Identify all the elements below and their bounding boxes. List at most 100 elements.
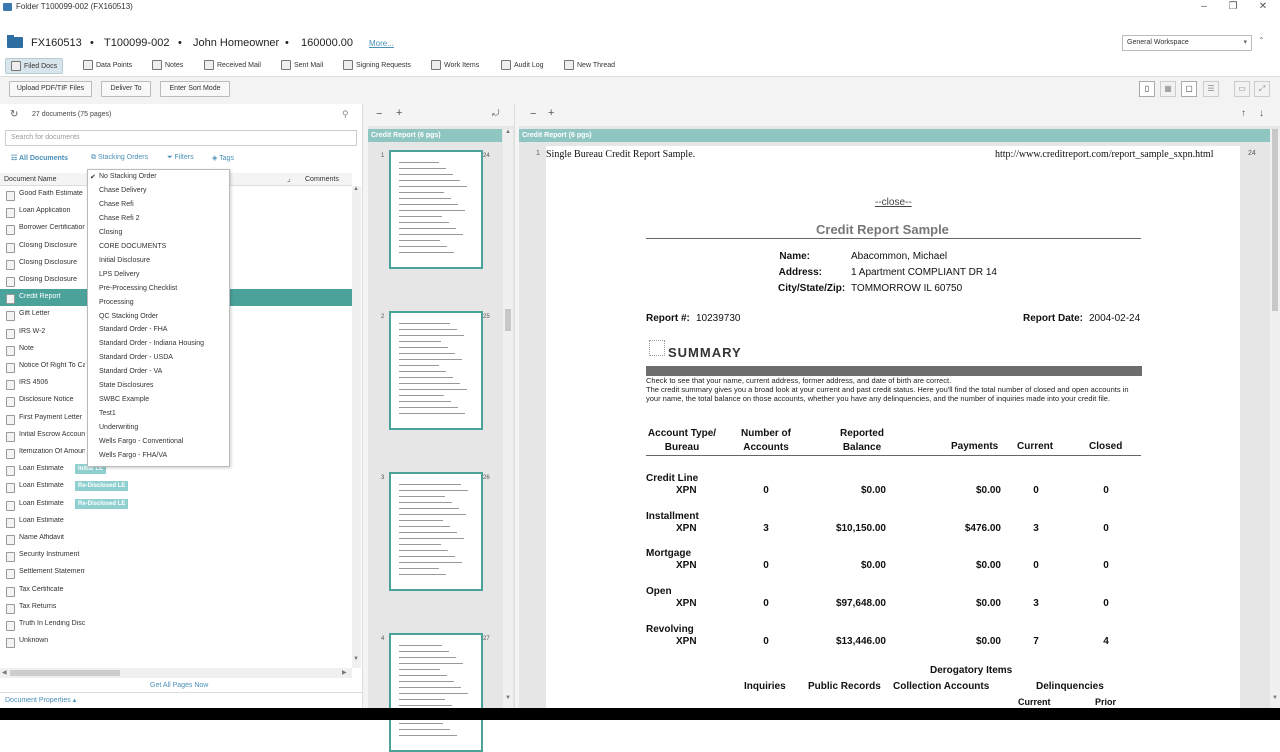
rotate-icon[interactable]: ⤾ [492,108,500,119]
document-row[interactable]: Loan Estimate Re-Disclosed LE [0,496,352,513]
stacking-order-option[interactable]: Pre-Processing Checklist [99,285,177,292]
tab-signing-requests[interactable]: Signing Requests [338,58,416,72]
stacking-order-option[interactable]: SWBC Example [99,396,149,403]
tab-label: Data Points [96,61,133,69]
document-row[interactable]: Settlement Statement [0,564,352,581]
tab-notes[interactable]: Notes [147,58,188,72]
single-view-icon[interactable]: ▯ [1139,81,1155,97]
thumbnail-scrollbar[interactable]: ▲ ▼ [503,129,513,708]
stacking-order-option[interactable]: Underwriting [99,424,138,431]
document-tag-badge[interactable]: Re-Disclosed LE [75,498,129,509]
filter-filters[interactable]: ⏷ Filters [167,154,194,162]
stacking-order-option[interactable]: Standard Order - FHA [99,326,167,333]
enter-sort-mode-button[interactable]: Enter Sort Mode [160,81,230,97]
stacking-order-option[interactable]: Chase Delivery [99,187,146,194]
more-link[interactable]: More... [369,39,394,48]
tab-data-points[interactable]: Data Points [78,58,137,72]
stacking-order-option[interactable]: No Stacking Order [99,173,157,180]
document-row[interactable]: Tax Certificate [0,582,352,599]
stacking-order-option[interactable]: LPS Delivery [99,271,139,278]
deliver-to-button[interactable]: Deliver To [101,81,151,97]
split-view-icon[interactable]: ▭ [1234,81,1250,97]
page-thumbnail[interactable] [389,472,483,591]
workspace-select[interactable]: General Workspace ▾ [1122,35,1252,51]
close-icon[interactable]: ✕ [1252,0,1274,14]
previous-page-icon[interactable]: ↑ [1241,108,1246,119]
scroll-left-icon[interactable]: ◀ [2,669,7,676]
viewer-scrollbar[interactable]: ▼ [1270,129,1280,708]
col-sort-icon[interactable]: ⌟ [287,174,291,183]
scroll-arrow-up-icon[interactable]: ⌃ [1258,36,1265,45]
stacking-order-option[interactable]: CORE DOCUMENTS [99,243,166,250]
col-document-name[interactable]: Document Name [4,176,57,183]
stacking-order-option[interactable]: Initial Disclosure [99,257,150,264]
tab-audit-log[interactable]: Audit Log [496,58,549,72]
restore-icon[interactable]: ❐ [1222,0,1244,14]
stacking-order-option[interactable]: Standard Order - USDA [99,354,173,361]
filter-all-documents[interactable]: ☷ All Documents [11,154,68,162]
next-page-icon[interactable]: ↓ [1259,108,1264,119]
scroll-up-icon[interactable]: ▲ [353,186,359,192]
document-icon [6,345,15,356]
left-vertical-scrollbar[interactable]: ▲ ▼ [352,186,361,668]
get-all-pages-link[interactable]: Get All Pages Now [150,682,208,689]
stacking-order-option[interactable]: Standard Order - Indiana Housing [99,340,204,347]
document-icon [6,294,15,305]
document-row[interactable]: Unknown [0,633,352,650]
document-row[interactable]: Name Affidavit [0,530,352,547]
viewer-zoom-in-icon[interactable]: + [548,107,554,119]
scroll-down-icon[interactable]: ▼ [505,695,511,701]
tab-filed-docs[interactable]: Filed Docs [5,58,64,74]
grid-view-icon[interactable]: ▦ [1160,81,1176,97]
zoom-out-icon[interactable]: − [376,108,382,120]
tab-sent-mail[interactable]: Sent Mail [276,58,328,72]
scroll-down-icon[interactable]: ▼ [353,656,359,662]
tab-work-items[interactable]: Work Items [426,58,484,72]
thumbnail-page-total: 27 [483,636,490,642]
upload-files-button[interactable]: Upload PDF/TIF Files [9,81,92,97]
filter-stacking-orders[interactable]: ⧉ Stacking Orders [91,154,148,162]
document-properties-toggle[interactable]: Document Properties ▴ [5,696,76,704]
page-thumbnail[interactable] [389,150,483,269]
page-thumbnail[interactable] [389,633,483,752]
document-row[interactable]: Loan Estimate [0,513,352,530]
document-row[interactable]: Security Instrument [0,547,352,564]
scroll-thumb[interactable] [10,670,120,676]
scroll-thumb[interactable] [1272,129,1278,311]
document-row[interactable]: Tax Returns [0,599,352,616]
scroll-down-icon[interactable]: ▼ [1272,695,1278,701]
page-thumbnail[interactable] [389,311,483,430]
scroll-up-icon[interactable]: ▲ [505,129,511,135]
zoom-in-icon[interactable]: + [396,107,402,119]
scroll-right-icon[interactable]: ▶ [342,669,347,676]
scroll-thumb[interactable] [505,309,511,331]
document-row[interactable]: Loan Estimate Re-Disclosed LE [0,478,352,495]
stacking-order-option[interactable]: Test1 [99,410,116,417]
minimize-icon[interactable]: – [1193,0,1215,14]
stacking-order-option[interactable]: QC Stacking Order [99,313,158,320]
tab-new-thread[interactable]: New Thread [559,58,620,72]
document-row[interactable]: Truth In Lending Disclosure [0,616,352,633]
document-tag-badge[interactable]: Re-Disclosed LE [75,481,129,492]
col-comments[interactable]: Comments [305,176,339,183]
stacking-order-option[interactable]: Wells Fargo - FHA/VA [99,452,167,459]
viewer-zoom-out-icon[interactable]: − [530,108,536,120]
filter-tags[interactable]: ◈ Tags [212,154,234,162]
document-search-input[interactable]: Search for documents [5,130,357,146]
stacking-order-option[interactable]: Chase Refi [99,201,134,208]
stacking-order-option[interactable]: State Disclosures [99,382,153,389]
page-view-icon[interactable]: ▢ [1181,81,1197,97]
search-icon[interactable]: ⚲ [342,109,349,120]
tab-received-mail[interactable]: Received Mail [199,58,266,72]
list-view-icon[interactable]: ☰ [1203,81,1219,97]
close-link[interactable]: --close-- [875,197,912,208]
expand-view-icon[interactable]: ⤢ [1254,81,1270,97]
stacking-order-option[interactable]: Wells Fargo - Conventional [99,438,183,445]
left-horizontal-scrollbar[interactable]: ◀ ▶ [0,668,352,678]
stacking-order-option[interactable]: Processing [99,299,134,306]
thumbnail-text-line [399,389,467,390]
stacking-order-option[interactable]: Standard Order - VA [99,368,162,375]
stacking-order-option[interactable]: Closing [99,229,122,236]
refresh-icon[interactable]: ↻ [10,109,18,120]
stacking-order-option[interactable]: Chase Refi 2 [99,215,139,222]
